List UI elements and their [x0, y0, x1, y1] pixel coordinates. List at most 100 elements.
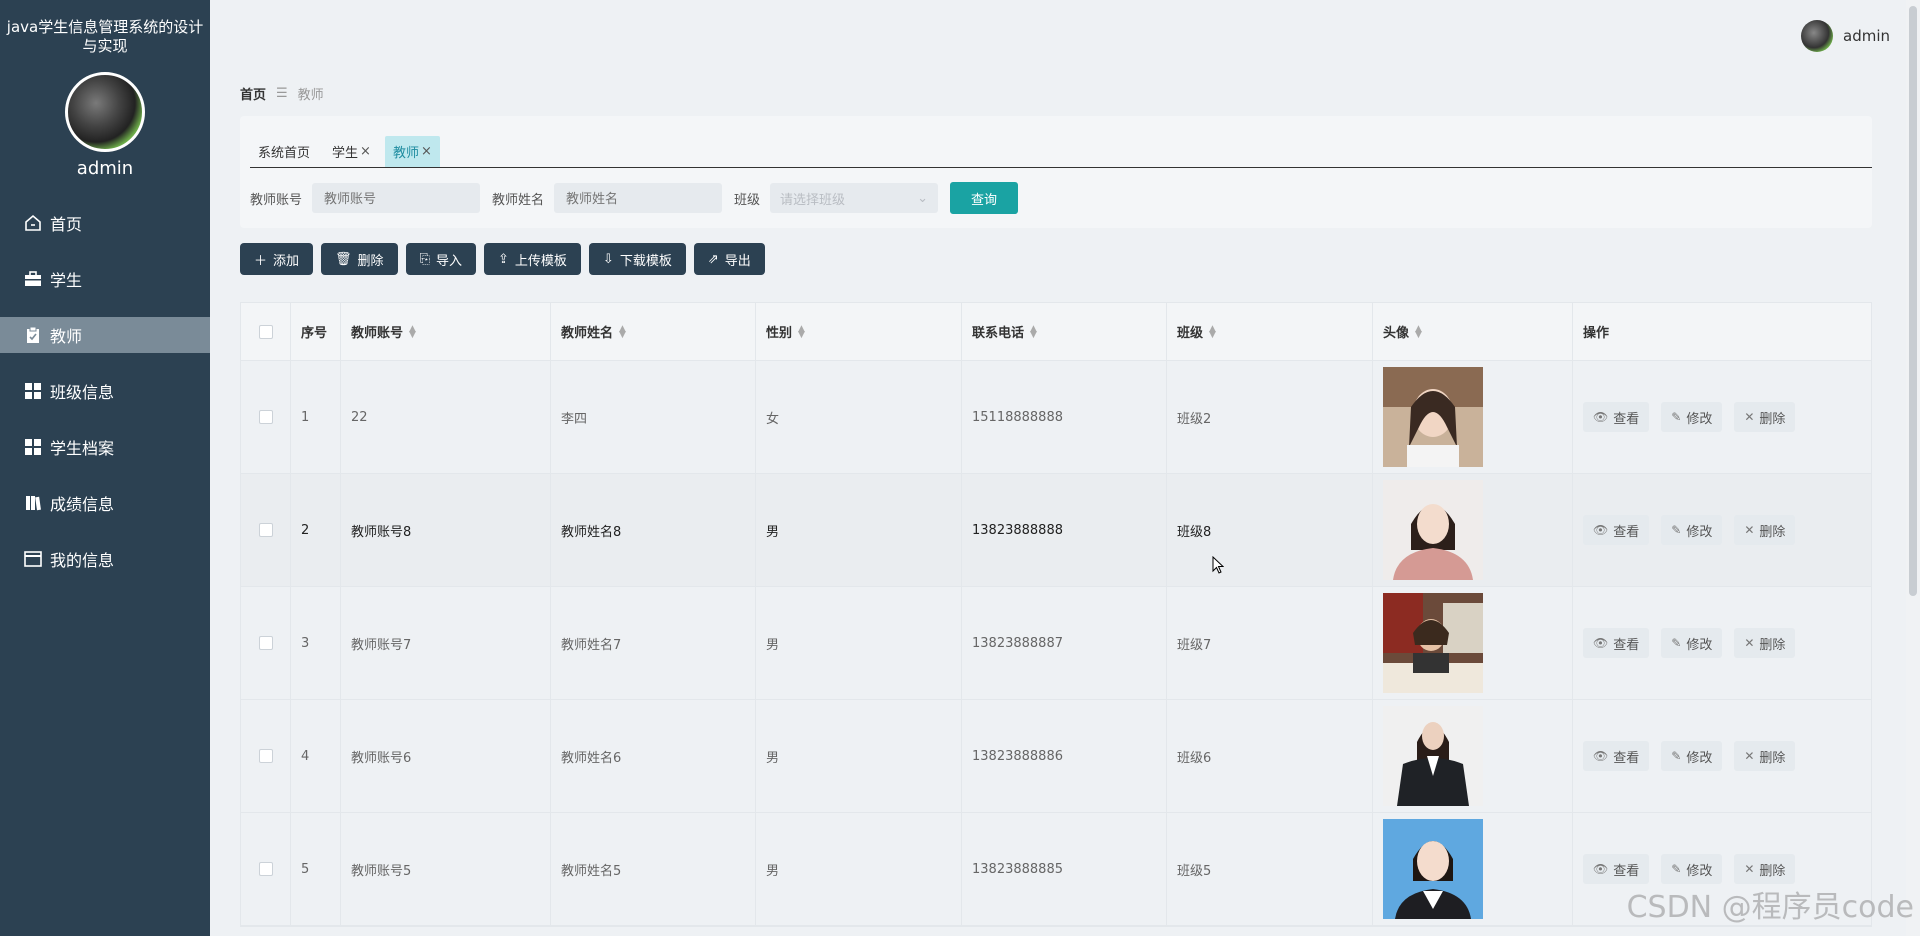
clipboard-icon [22, 324, 44, 346]
delete-button[interactable]: 🗑 删除 [321, 243, 398, 275]
close-icon: ✕ [1744, 862, 1755, 876]
index-cell: 2 [291, 474, 341, 586]
row-checkbox[interactable] [258, 862, 273, 876]
sort-icon[interactable]: ▲ ▼ [409, 324, 416, 339]
close-icon[interactable]: × [421, 144, 432, 159]
row-select-cell [241, 700, 291, 812]
account-cell: 22 [341, 361, 551, 473]
class-select[interactable]: 请选择班级 ⌄ [770, 183, 939, 213]
delete-row-button[interactable]: ✕ 删除 [1734, 515, 1796, 545]
teacher-table: 序号 教师账号 ▲ ▼ 教师姓名 ▲ ▼ 性别 ▲ ▼ 联系电话 ▲ ▼ 班级 ▲ ▼ 头像 ▲ ▼ 操… [240, 302, 1872, 927]
name-cell: 教师姓名7 [551, 587, 756, 699]
view-button[interactable]: 👁 查看 [1583, 854, 1650, 884]
phone-cell: 15118888888 [962, 361, 1167, 473]
teacher-photo[interactable] [1383, 593, 1483, 693]
row-checkbox[interactable] [258, 523, 273, 537]
view-button[interactable]: 👁 查看 [1583, 515, 1650, 545]
search-form: 教师账号 教师姓名 班级 请选择班级 ⌄ 查询 [250, 182, 1019, 214]
name-input[interactable] [554, 183, 723, 213]
user-menu[interactable]: admin [1801, 20, 1890, 52]
sidebar-item-label: 我的信息 [50, 551, 115, 570]
button-label: 上传模板 [514, 253, 567, 269]
breadcrumb-home[interactable]: 首页 [240, 84, 266, 103]
actions-cell: 👁 查看 ✎ 修改 ✕ 删除 [1573, 474, 1871, 586]
column-header[interactable]: 教师账号 ▲ ▼ [341, 303, 551, 360]
account-input[interactable] [312, 183, 481, 213]
export-icon: ⇗ [707, 251, 719, 267]
delete-row-button[interactable]: ✕ 删除 [1734, 628, 1796, 658]
button-label: 删除 [1759, 637, 1786, 653]
sort-icon[interactable]: ▲ ▼ [1030, 324, 1037, 339]
view-button[interactable]: 👁 查看 [1583, 741, 1650, 771]
sort-icon[interactable]: ▲ ▼ [798, 324, 805, 339]
sidebar-item-label: 学生档案 [50, 439, 115, 458]
index-cell: 5 [291, 813, 341, 925]
edit-icon: ✎ [1671, 749, 1682, 763]
tab-system-home[interactable]: 系统首页 [250, 142, 318, 167]
upload-template-button[interactable]: ⇪ 上传模板 [483, 243, 581, 275]
sidebar-item-classes[interactable]: 班级信息 [0, 373, 210, 409]
row-checkbox[interactable] [258, 749, 273, 763]
close-icon[interactable]: × [360, 144, 371, 159]
teacher-photo[interactable] [1383, 367, 1483, 467]
account-label: 教师账号 [250, 192, 303, 208]
button-label: 删除 [1759, 750, 1786, 766]
gender-cell: 男 [756, 474, 962, 586]
button-label: 查看 [1613, 863, 1640, 879]
button-label: 查看 [1613, 524, 1640, 540]
table-row: 3 教师账号7 教师姓名7 男 13823888887 班级7 👁 查看 ✎ 修改 … [241, 587, 1871, 700]
watermark: CSDN @程序员code [1626, 890, 1914, 925]
edit-button[interactable]: ✎ 修改 [1661, 854, 1723, 884]
sidebar-item-home[interactable]: 首页 [0, 205, 210, 241]
sidebar-item-student-files[interactable]: 学生档案 [0, 429, 210, 465]
name-label: 教师姓名 [492, 192, 545, 208]
edit-button[interactable]: ✎ 修改 [1661, 628, 1723, 658]
query-button[interactable]: 查询 [950, 182, 1019, 214]
column-header[interactable]: 性别 ▲ ▼ [756, 303, 962, 360]
sort-icon[interactable]: ▲ ▼ [1415, 324, 1422, 339]
teacher-photo[interactable] [1383, 819, 1483, 919]
scrollbar-thumb[interactable] [1909, 6, 1917, 596]
download-template-button[interactable]: ⇩ 下载模板 [588, 243, 686, 275]
row-checkbox[interactable] [258, 410, 273, 424]
button-label: 查看 [1613, 411, 1640, 427]
edit-button[interactable]: ✎ 修改 [1661, 515, 1723, 545]
row-checkbox[interactable] [258, 636, 273, 650]
delete-row-button[interactable]: ✕ 删除 [1734, 402, 1796, 432]
tab-students[interactable]: 学生 × [324, 142, 379, 167]
export-button[interactable]: ⇗ 导出 [693, 243, 765, 275]
topbar: admin [210, 0, 1920, 70]
view-button[interactable]: 👁 查看 [1583, 402, 1650, 432]
sort-icon[interactable]: ▲ ▼ [619, 324, 626, 339]
select-all-checkbox[interactable] [258, 324, 273, 339]
column-header: 操作 [1573, 303, 1871, 360]
tab-teachers[interactable]: 教师 × [384, 136, 440, 167]
column-header[interactable]: 头像 ▲ ▼ [1373, 303, 1573, 360]
sidebar: java学生信息管理系统的设计与实现 admin 首页 学生 教师 班级信息 学… [0, 0, 210, 936]
trash-icon: 🗑 [335, 251, 352, 267]
class-label: 班级 [734, 192, 761, 208]
main-content: admin 首页 ☰ 教师 系统首页 学生× 教师× 教师账号 教师姓名 班级 … [210, 0, 1920, 936]
sort-icon[interactable]: ▲ ▼ [1209, 324, 1216, 339]
name-cell: 教师姓名5 [551, 813, 756, 925]
account-cell: 教师账号7 [341, 587, 551, 699]
column-header[interactable]: 教师姓名 ▲ ▼ [551, 303, 756, 360]
edit-button[interactable]: ✎ 修改 [1661, 741, 1723, 771]
teacher-photo[interactable] [1383, 480, 1483, 580]
sidebar-item-teachers[interactable]: 教师 [0, 317, 210, 353]
import-button[interactable]: ⎘ 导入 [405, 243, 476, 275]
breadcrumb: 首页 ☰ 教师 [240, 84, 324, 103]
edit-button[interactable]: ✎ 修改 [1661, 402, 1723, 432]
delete-row-button[interactable]: ✕ 删除 [1734, 741, 1796, 771]
delete-row-button[interactable]: ✕ 删除 [1734, 854, 1796, 884]
sidebar-item-students[interactable]: 学生 [0, 261, 210, 297]
sidebar-item-my-info[interactable]: 我的信息 [0, 541, 210, 577]
teacher-photo[interactable] [1383, 706, 1483, 806]
close-icon: ✕ [1744, 410, 1755, 424]
vertical-scrollbar[interactable] [1906, 0, 1920, 936]
sidebar-item-grades[interactable]: 成绩信息 [0, 485, 210, 521]
add-button[interactable]: ＋ 添加 [240, 243, 314, 275]
column-header[interactable]: 班级 ▲ ▼ [1167, 303, 1373, 360]
view-button[interactable]: 👁 查看 [1583, 628, 1650, 658]
column-header[interactable]: 联系电话 ▲ ▼ [962, 303, 1167, 360]
